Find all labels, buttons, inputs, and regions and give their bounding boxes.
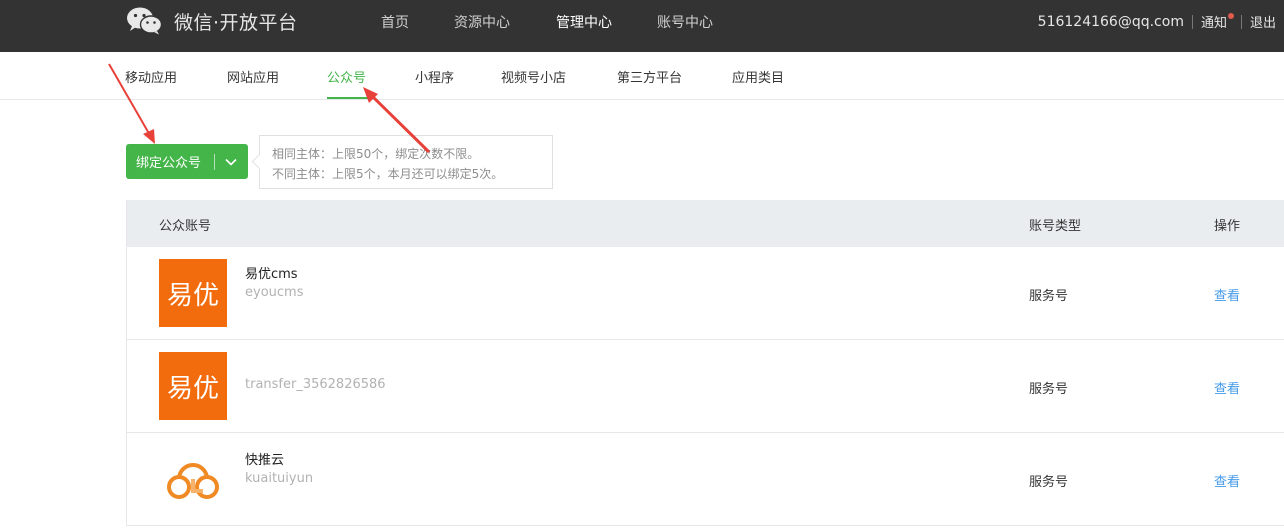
wechat-open-platform-logo[interactable]: 微信·开放平台 xyxy=(126,6,298,36)
eyou-logo-avatar: 易优 xyxy=(159,259,227,327)
account-type: 服务号 xyxy=(1029,475,1069,490)
unread-dot-icon xyxy=(1227,13,1234,19)
user-area: 516124166@qq.com 通知 退出 xyxy=(1038,12,1276,31)
divider xyxy=(1240,14,1242,29)
notice-link[interactable]: 通知 xyxy=(1200,12,1234,31)
sub-nav: 移动应用 网站应用 公众号 小程序 视频号小店 第三方平台 应用类目 xyxy=(0,52,1284,100)
logout-link[interactable]: 退出 xyxy=(1250,12,1276,31)
cloud-logo-avatar xyxy=(159,445,227,513)
top-bar: 微信·开放平台 首页 资源中心 管理中心 账号中心 516124166@qq.c… xyxy=(0,0,1284,52)
top-nav-management[interactable]: 管理中心 xyxy=(556,12,612,32)
table-row: 易优 transfer_3562826586 服务号 查看 xyxy=(127,340,1284,433)
view-link[interactable]: 查看 xyxy=(1214,285,1240,304)
tip-same-subject: 相同主体：上限50个，绑定次数不限。 xyxy=(272,147,480,161)
bind-limit-tip: 相同主体：上限50个，绑定次数不限。 不同主体：上限5个，本月还可以绑定5次。 xyxy=(259,135,553,189)
notice-label: 通知 xyxy=(1200,16,1227,31)
chevron-down-icon[interactable] xyxy=(215,158,247,166)
account-id: transfer_3562826586 xyxy=(245,377,386,392)
subnav-third-party[interactable]: 第三方平台 xyxy=(617,67,682,86)
avatar-text: 易优 xyxy=(167,374,219,404)
account-name: 快推云 xyxy=(245,453,285,468)
top-nav-resources[interactable]: 资源中心 xyxy=(454,12,510,32)
divider xyxy=(1191,14,1193,29)
subnav-web-apps[interactable]: 网站应用 xyxy=(227,67,279,86)
account-type: 服务号 xyxy=(1029,382,1069,397)
table-row: 快推云 kuaituiyun 服务号 查看 xyxy=(127,433,1284,526)
header-account: 公众账号 xyxy=(159,219,212,234)
account-id: kuaituiyun xyxy=(245,471,314,486)
subnav-official-accounts[interactable]: 公众号 xyxy=(327,67,366,86)
subnav-channels-store[interactable]: 视频号小店 xyxy=(501,67,566,86)
subnav-mobile-apps[interactable]: 移动应用 xyxy=(125,67,177,86)
active-tab-underline xyxy=(327,97,370,99)
logo-text: 微信·开放平台 xyxy=(174,11,298,34)
header-action: 操作 xyxy=(1214,219,1241,234)
bind-button-label: 绑定公众号 xyxy=(136,156,202,171)
wechat-icon xyxy=(127,7,162,35)
subnav-mini-programs[interactable]: 小程序 xyxy=(415,67,454,86)
tip-different-subject: 不同主体：上限5个，本月还可以绑定5次。 xyxy=(272,167,504,181)
user-email[interactable]: 516124166@qq.com xyxy=(1038,14,1184,30)
avatar-text: 易优 xyxy=(167,281,219,311)
account-id: eyoucms xyxy=(245,285,304,300)
table-row: 易优 易优cms eyoucms 服务号 查看 xyxy=(127,247,1284,340)
view-link[interactable]: 查看 xyxy=(1214,471,1240,490)
header-type: 账号类型 xyxy=(1029,219,1082,234)
top-nav-home[interactable]: 首页 xyxy=(381,12,409,32)
account-type: 服务号 xyxy=(1029,289,1069,304)
eyou-logo-avatar: 易优 xyxy=(159,352,227,420)
top-nav-account[interactable]: 账号中心 xyxy=(657,12,713,32)
table-header: 公众账号 账号类型 操作 xyxy=(127,200,1284,247)
account-name: 易优cms xyxy=(245,267,298,282)
bind-official-account-button[interactable]: 绑定公众号 xyxy=(126,144,248,179)
view-link[interactable]: 查看 xyxy=(1214,378,1240,397)
official-accounts-table: 公众账号 账号类型 操作 易优 易优cms eyoucms 服务号 查看 易优 … xyxy=(126,200,1284,526)
subnav-app-categories[interactable]: 应用类目 xyxy=(732,67,784,86)
